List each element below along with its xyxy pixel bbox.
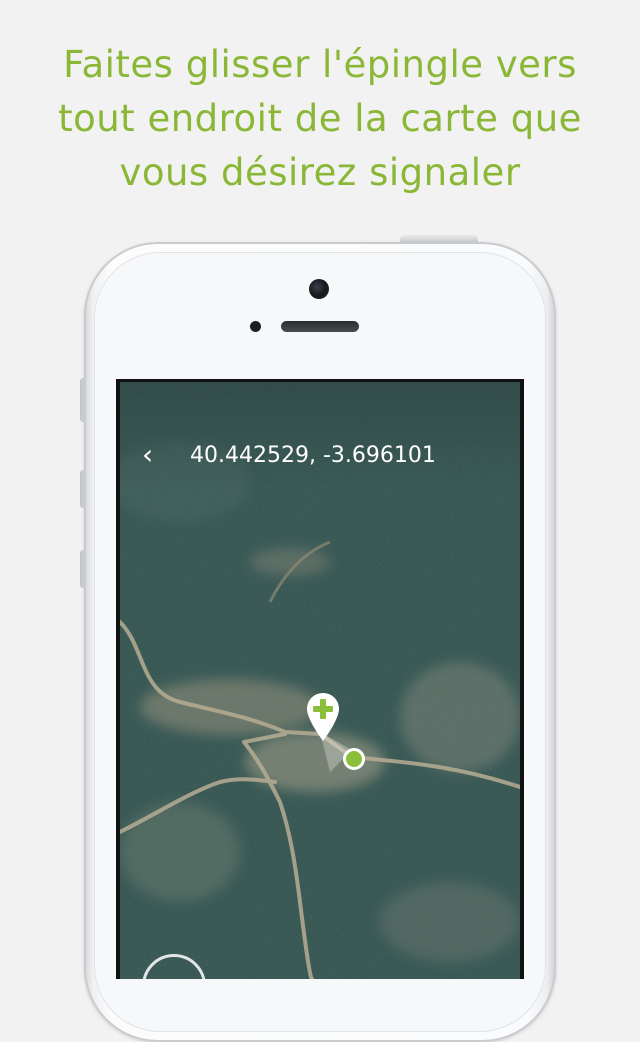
front-camera	[309, 279, 329, 299]
headline-line-3: vous désirez signaler	[119, 151, 521, 194]
phone-screen: ‹ 40.442529, -3.696101	[116, 379, 524, 979]
headline: Faites glisser l'épingle vers tout endro…	[0, 38, 640, 200]
headline-line-1: Faites glisser l'épingle vers	[63, 43, 577, 86]
plus-pin-icon[interactable]	[306, 692, 340, 742]
chevron-left-icon[interactable]: ‹	[142, 440, 170, 470]
location-dot-icon	[343, 748, 365, 770]
map-header	[120, 382, 520, 492]
earpiece-speaker	[281, 321, 359, 332]
coordinates-label: 40.442529, -3.696101	[190, 443, 436, 468]
satellite-map[interactable]: ‹ 40.442529, -3.696101	[120, 382, 520, 979]
proximity-sensor	[250, 321, 261, 332]
headline-line-2: tout endroit de la carte que	[58, 97, 582, 140]
